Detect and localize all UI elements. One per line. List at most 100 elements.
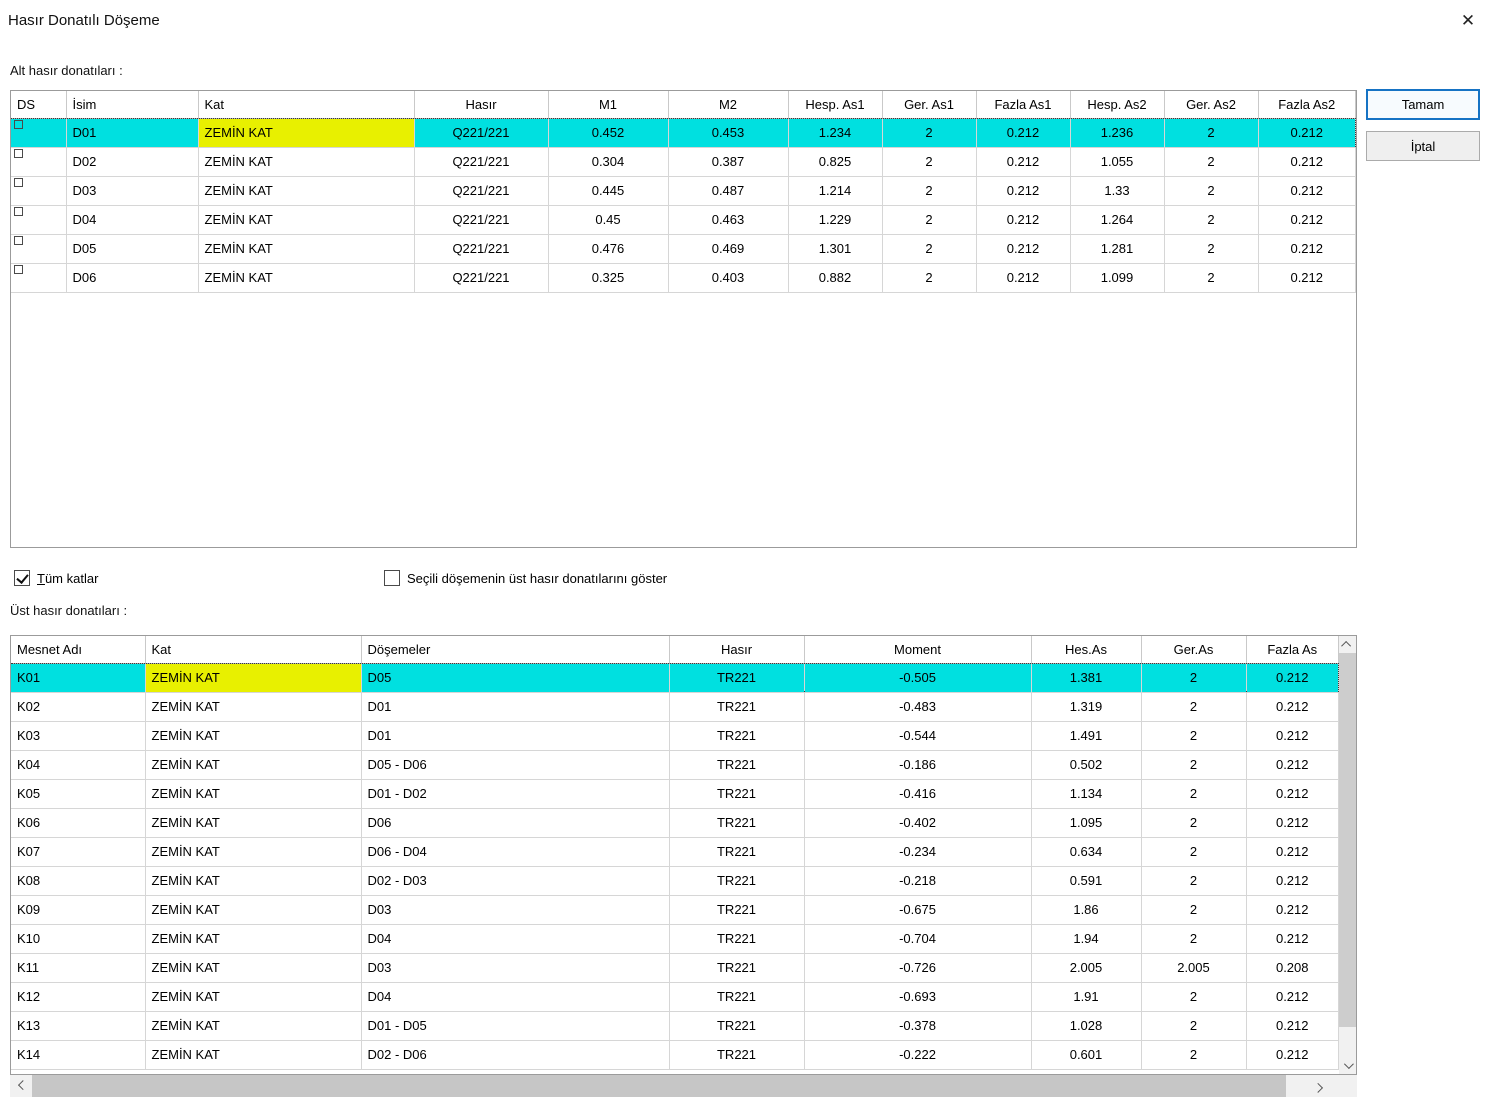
cell: 0.212	[1258, 205, 1356, 234]
cell: 0.212	[1246, 808, 1339, 837]
ust-table-row[interactable]: K01ZEMİN KATD05TR221-0.5051.38120.212	[11, 663, 1339, 692]
alt-table-row[interactable]: D04ZEMİN KATQ221/2210.450.4631.22920.212…	[11, 205, 1356, 234]
ust-table-row[interactable]: K10ZEMİN KATD04TR221-0.7041.9420.212	[11, 924, 1339, 953]
cell: -0.218	[804, 866, 1031, 895]
cell: 0.445	[548, 176, 668, 205]
cancel-button[interactable]: İptal	[1366, 131, 1480, 161]
column-header-m1[interactable]: M1	[548, 91, 668, 118]
column-header-kat[interactable]: Kat	[198, 91, 414, 118]
horizontal-scrollbar-thumb[interactable]	[32, 1075, 1286, 1097]
ust-table-row[interactable]: K02ZEMİN KATD01TR221-0.4831.31920.212	[11, 692, 1339, 721]
column-header-fazla-as2[interactable]: Fazla As2	[1258, 91, 1356, 118]
cell: 2	[882, 205, 976, 234]
row-checkbox[interactable]	[14, 149, 23, 158]
row-checkbox[interactable]	[14, 207, 23, 216]
kat-cell: ZEMİN KAT	[198, 234, 414, 263]
alt-table-row[interactable]: D05ZEMİN KATQ221/2210.4760.4691.30120.21…	[11, 234, 1356, 263]
vertical-scrollbar[interactable]	[1339, 636, 1356, 1074]
column-header-fazla-as[interactable]: Fazla As	[1246, 636, 1339, 663]
cell: -0.186	[804, 750, 1031, 779]
cell: K05	[11, 779, 145, 808]
ust-table-row[interactable]: K07ZEMİN KATD06 - D04TR221-0.2340.63420.…	[11, 837, 1339, 866]
alt-table-row[interactable]: D06ZEMİN KATQ221/2210.3250.4030.88220.21…	[11, 263, 1356, 292]
cell: TR221	[669, 808, 804, 837]
column-header-ger-as[interactable]: Ger.As	[1141, 636, 1246, 663]
kat-cell: ZEMİN KAT	[145, 779, 361, 808]
cell: 0.212	[1246, 866, 1339, 895]
cell: 0.591	[1031, 866, 1141, 895]
ust-table-row[interactable]: K08ZEMİN KATD02 - D03TR221-0.2180.59120.…	[11, 866, 1339, 895]
cell: 2.005	[1141, 953, 1246, 982]
show-top-mesh-label[interactable]: Seçili döşemenin üst hasır donatılarını …	[407, 571, 667, 586]
column-header-ger-as1[interactable]: Ger. As1	[882, 91, 976, 118]
column-header-i-sim[interactable]: İsim	[66, 91, 198, 118]
ust-table-row[interactable]: K06ZEMİN KATD06TR221-0.4021.09520.212	[11, 808, 1339, 837]
vertical-scrollbar-thumb[interactable]	[1339, 653, 1356, 1027]
cell: D02 - D06	[361, 1040, 669, 1069]
ust-table-row[interactable]: K11ZEMİN KATD03TR221-0.7262.0052.0050.20…	[11, 953, 1339, 982]
cell: TR221	[669, 721, 804, 750]
column-header-moment[interactable]: Moment	[804, 636, 1031, 663]
row-checkbox[interactable]	[14, 178, 23, 187]
ust-table[interactable]: Mesnet AdıKatDöşemelerHasırMomentHes.AsG…	[10, 635, 1357, 1075]
scroll-up-icon[interactable]	[1339, 636, 1356, 653]
alt-table[interactable]: DSİsimKatHasırM1M2Hesp. As1Ger. As1Fazla…	[10, 90, 1357, 548]
scroll-left-icon[interactable]	[10, 1075, 32, 1097]
column-header-döşemeler[interactable]: Döşemeler	[361, 636, 669, 663]
ust-table-row[interactable]: K14ZEMİN KATD02 - D06TR221-0.2220.60120.…	[11, 1040, 1339, 1069]
column-header-m2[interactable]: M2	[668, 91, 788, 118]
cell: 1.33	[1070, 176, 1164, 205]
column-header-hes-as[interactable]: Hes.As	[1031, 636, 1141, 663]
cell: 2	[1141, 837, 1246, 866]
cell: 0.212	[1246, 1011, 1339, 1040]
close-icon[interactable]: ✕	[1450, 6, 1486, 36]
ust-table-body: K01ZEMİN KATD05TR221-0.5051.38120.212K02…	[11, 663, 1339, 1069]
ok-button[interactable]: Tamam	[1366, 89, 1480, 120]
cell: 2	[1141, 750, 1246, 779]
cell: 2	[1141, 721, 1246, 750]
kat-cell: ZEMİN KAT	[145, 692, 361, 721]
column-header-hesp-as2[interactable]: Hesp. As2	[1070, 91, 1164, 118]
ust-table-row[interactable]: K12ZEMİN KATD04TR221-0.6931.9120.212	[11, 982, 1339, 1011]
ust-table-row[interactable]: K05ZEMİN KATD01 - D02TR221-0.4161.13420.…	[11, 779, 1339, 808]
ust-table-row[interactable]: K09ZEMİN KATD03TR221-0.6751.8620.212	[11, 895, 1339, 924]
cell: D01	[66, 118, 198, 147]
cell: 0.212	[1246, 779, 1339, 808]
row-checkbox[interactable]	[14, 236, 23, 245]
row-checkbox[interactable]	[14, 265, 23, 274]
column-header-ds[interactable]: DS	[11, 91, 66, 118]
alt-table-row[interactable]: D02ZEMİN KATQ221/2210.3040.3870.82520.21…	[11, 147, 1356, 176]
ust-table-row[interactable]: K13ZEMİN KATD01 - D05TR221-0.3781.02820.…	[11, 1011, 1339, 1040]
column-header-hasır[interactable]: Hasır	[414, 91, 548, 118]
cell: K08	[11, 866, 145, 895]
dialog-title: Hasır Donatılı Döşeme	[8, 12, 160, 29]
alt-table-row[interactable]: D01ZEMİN KATQ221/2210.4520.4531.23420.21…	[11, 118, 1356, 147]
row-checkbox[interactable]	[14, 120, 23, 129]
cell: 0.463	[668, 205, 788, 234]
show-top-mesh-checkbox[interactable]	[384, 570, 400, 586]
horizontal-scrollbar[interactable]	[10, 1075, 1330, 1097]
column-header-ger-as2[interactable]: Ger. As2	[1164, 91, 1258, 118]
cell: 1.381	[1031, 663, 1141, 692]
scroll-down-icon[interactable]	[1339, 1057, 1356, 1074]
scroll-right-icon[interactable]	[1308, 1075, 1330, 1097]
cell: 1.91	[1031, 982, 1141, 1011]
cell: 0.452	[548, 118, 668, 147]
cell: TR221	[669, 982, 804, 1011]
ust-table-row[interactable]: K04ZEMİN KATD05 - D06TR221-0.1860.50220.…	[11, 750, 1339, 779]
cell: K02	[11, 692, 145, 721]
cell: D06 - D04	[361, 837, 669, 866]
cell: 2	[1164, 263, 1258, 292]
column-header-kat[interactable]: Kat	[145, 636, 361, 663]
alt-table-row[interactable]: D03ZEMİN KATQ221/2210.4450.4871.21420.21…	[11, 176, 1356, 205]
cell: 0.212	[976, 263, 1070, 292]
column-header-hasır[interactable]: Hasır	[669, 636, 804, 663]
column-header-mesnet-adı[interactable]: Mesnet Adı	[11, 636, 145, 663]
ust-table-row[interactable]: K03ZEMİN KATD01TR221-0.5441.49120.212	[11, 721, 1339, 750]
column-header-fazla-as1[interactable]: Fazla As1	[976, 91, 1070, 118]
cell: 2	[1164, 118, 1258, 147]
all-floors-label[interactable]: Tüm katlar	[37, 571, 98, 586]
cell: D03	[66, 176, 198, 205]
column-header-hesp-as1[interactable]: Hesp. As1	[788, 91, 882, 118]
all-floors-checkbox[interactable]	[14, 570, 30, 586]
